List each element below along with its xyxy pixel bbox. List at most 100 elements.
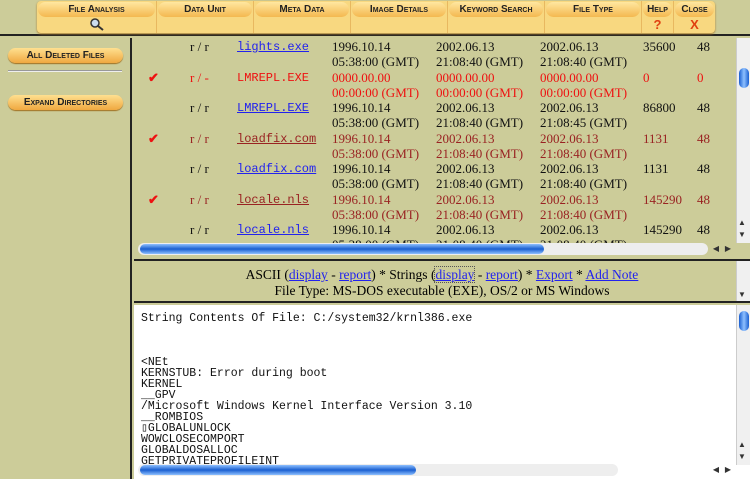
- uid: 48: [697, 130, 710, 146]
- tab-label: Keyword Search: [449, 2, 543, 17]
- tab-data-unit[interactable]: Data Unit: [157, 1, 254, 33]
- file-type: r / r: [190, 130, 209, 146]
- changed-time: 00:00:00 (GMT): [540, 84, 628, 100]
- string-line: KERNEL: [141, 378, 183, 391]
- scroll-thumb[interactable]: [140, 465, 416, 475]
- scroll-up-icon[interactable]: ▲: [737, 440, 747, 449]
- written-time: 00:00:00 (GMT): [332, 84, 420, 100]
- file-list-frame: r / r lights.exe 1996.10.14 05:38:00 (GMT) 2…: [134, 38, 750, 257]
- written-date: 0000.00.00: [332, 69, 391, 85]
- tab-file-type[interactable]: File Type: [545, 1, 642, 33]
- all-deleted-files-button[interactable]: All Deleted Files: [8, 48, 123, 63]
- tab-label: Help: [643, 2, 672, 17]
- scroll-right-icon[interactable]: ▶: [723, 465, 733, 474]
- file-actions-frame: ASCII (display - report) * Strings (disp…: [134, 259, 750, 303]
- file-type: r / -: [190, 69, 209, 85]
- expand-directories-button[interactable]: Expand Directories: [8, 95, 123, 110]
- table-row: ✔ r / r locale.nls 1996.10.14 05:38:00 (GMT)…: [134, 191, 734, 221]
- scroll-down-icon[interactable]: ▼: [737, 287, 747, 303]
- written-time: 05:38:00 (GMT): [332, 176, 420, 191]
- changed-date: 2002.06.13: [540, 191, 599, 207]
- add-note-link[interactable]: Add Note: [585, 267, 638, 282]
- file-type: r / r: [190, 39, 209, 54]
- content-vertical-scrollbar[interactable]: ▲ ▼: [736, 305, 750, 465]
- accessed-date: 2002.06.13: [436, 191, 495, 207]
- file-size: 1131: [643, 161, 669, 176]
- file-list-horizontal-scrollbar[interactable]: [138, 243, 708, 255]
- file-name-link[interactable]: loadfix.com: [237, 162, 316, 176]
- changed-date: 2002.06.13: [540, 100, 599, 115]
- uid: 48: [697, 222, 710, 237]
- file-size: 1131: [643, 130, 669, 146]
- sep: *: [572, 267, 586, 282]
- changed-time: 21:08:40 (GMT): [540, 54, 628, 69]
- scroll-thumb[interactable]: [739, 311, 749, 331]
- uid: 0: [697, 69, 704, 85]
- accessed-time: 21:08:40 (GMT): [436, 206, 524, 222]
- export-link[interactable]: Export: [536, 267, 573, 282]
- top-navigation: File Analysis Data Unit Meta Data Image …: [0, 0, 750, 36]
- tab-label: Meta Data: [255, 2, 349, 17]
- nav-tabs: File Analysis Data Unit Meta Data Image …: [37, 1, 715, 33]
- ascii-display-link[interactable]: display: [289, 267, 328, 282]
- file-name-link[interactable]: locale.nls: [237, 193, 309, 207]
- changed-time: 21:08:40 (GMT): [540, 206, 628, 222]
- scroll-thumb[interactable]: [739, 68, 749, 88]
- file-name-link[interactable]: lights.exe: [237, 40, 309, 54]
- content-horizontal-scrollbar[interactable]: [138, 464, 618, 476]
- changed-date: 0000.00.00: [540, 69, 599, 85]
- file-name-link[interactable]: loadfix.com: [237, 132, 316, 146]
- written-date: 1996.10.14: [332, 161, 391, 176]
- scroll-down-icon[interactable]: ▼: [737, 230, 747, 239]
- sep: -: [474, 267, 486, 282]
- sep: (: [280, 267, 289, 282]
- tab-label: File Type: [546, 2, 640, 17]
- help-button[interactable]: Help?: [642, 1, 674, 33]
- changed-time: 21:08:45 (GMT): [540, 115, 628, 130]
- scroll-left-icon[interactable]: ◀: [711, 465, 721, 474]
- ascii-report-link[interactable]: report: [339, 267, 371, 282]
- strings-display-link[interactable]: display: [434, 266, 476, 283]
- file-list-vertical-scrollbar[interactable]: ▲ ▼: [736, 38, 750, 243]
- sep: ) *: [517, 267, 536, 282]
- changed-date: 2002.06.13: [540, 130, 599, 146]
- file-size: 0: [643, 69, 650, 85]
- scroll-thumb[interactable]: [140, 244, 544, 254]
- strings-report-link[interactable]: report: [486, 267, 518, 282]
- file-name-link[interactable]: locale.nls: [237, 223, 309, 237]
- content-header: String Contents Of File: C:/system32/krn…: [141, 312, 473, 325]
- file-type: r / r: [190, 161, 209, 176]
- string-line: KERNSTUB: Error during boot: [141, 367, 328, 380]
- scroll-right-icon[interactable]: ▶: [723, 244, 733, 253]
- tab-file-analysis[interactable]: File Analysis: [37, 1, 157, 33]
- deleted-check-icon: ✔: [148, 130, 159, 146]
- tab-image-details[interactable]: Image Details: [351, 1, 448, 33]
- table-row: r / r LMREPL.EXE 1996.10.14 05:38:00 (GMT) 2…: [134, 99, 734, 130]
- actions-vertical-scrollbar[interactable]: ▼: [736, 261, 750, 301]
- file-type: r / r: [190, 100, 209, 115]
- file-type-text: File Type: MS-DOS executable (EXE), OS/2…: [274, 283, 610, 298]
- accessed-date: 2002.06.13: [436, 100, 495, 115]
- file-size: 145290: [643, 191, 682, 207]
- tab-keyword-search[interactable]: Keyword Search: [448, 1, 545, 33]
- changed-date: 2002.06.13: [540, 161, 599, 176]
- close-button[interactable]: Close X: [674, 1, 715, 33]
- file-size: 145290: [643, 222, 682, 237]
- string-line: [141, 346, 472, 357]
- table-row: ✔ r / r loadfix.com 1996.10.14 05:38:00 (GMT…: [134, 130, 734, 160]
- changed-date: 2002.06.13: [540, 39, 599, 54]
- file-name-link[interactable]: LMREPL.EXE: [237, 71, 309, 85]
- changed-time: 21:08:40 (GMT): [540, 145, 628, 161]
- scroll-up-icon[interactable]: ▲: [737, 218, 747, 227]
- scroll-down-icon[interactable]: ▼: [737, 452, 747, 461]
- tab-meta-data[interactable]: Meta Data: [254, 1, 351, 33]
- strings-label: Strings: [389, 267, 428, 282]
- string-line: [141, 324, 472, 335]
- tab-label: Image Details: [352, 2, 446, 17]
- file-name-link[interactable]: LMREPL.EXE: [237, 101, 309, 115]
- sep: ) *: [371, 267, 390, 282]
- file-type: r / r: [190, 191, 209, 207]
- accessed-date: 2002.06.13: [436, 222, 495, 237]
- question-icon: ?: [653, 17, 662, 32]
- scroll-left-icon[interactable]: ◀: [711, 244, 721, 253]
